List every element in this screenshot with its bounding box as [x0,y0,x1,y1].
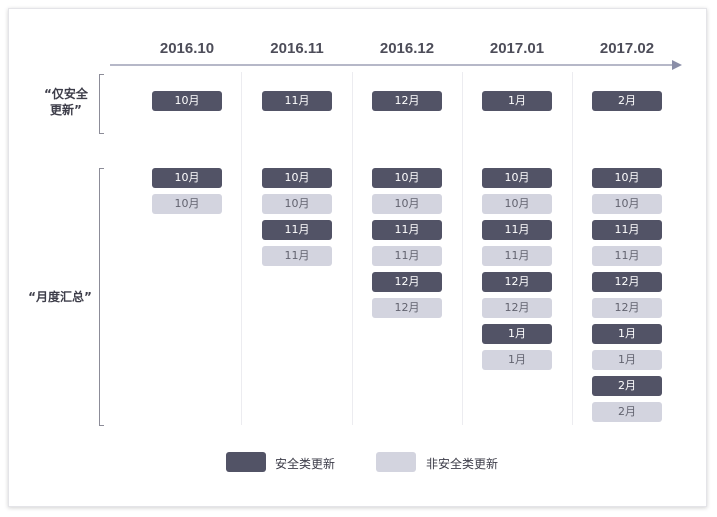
column-header-2: 2016.11 [270,40,324,57]
rollup-security-tag: 10月 [482,168,552,188]
rollup-security-tag: 10月 [262,168,332,188]
rollup-security-tag: 11月 [592,220,662,240]
rollup-non-security-tag: 11月 [482,246,552,266]
rollup-non-security-tag: 2月 [592,402,662,422]
rollup-security-tag: 11月 [372,220,442,240]
rollup-non-security-tag: 1月 [592,350,662,370]
rollup-non-security-tag: 10月 [262,194,332,214]
rollup-security-tag: 10月 [152,168,222,188]
security-only-tag: 11月 [262,91,332,111]
security-only-tag: 12月 [372,91,442,111]
rollup-non-security-tag: 11月 [262,246,332,266]
column-divider [462,72,463,425]
column-header-5: 2017.02 [599,40,655,57]
rollup-non-security-tag: 10月 [372,194,442,214]
rollup-non-security-tag: 10月 [482,194,552,214]
legend-security-label: 安全类更新 [275,457,336,471]
rollup-non-security-tag: 1月 [482,350,552,370]
column-divider [241,72,242,425]
security-only-tag: 10月 [152,91,222,111]
column-header-1: 2016.10 [159,40,215,57]
security-only-bracket [99,74,104,134]
security-only-row-label: “仅安全 更新” [36,86,96,118]
rollup-non-security-tag: 10月 [152,194,222,214]
security-only-tag: 1月 [482,91,552,111]
rollup-non-security-tag: 12月 [482,298,552,318]
rollup-security-tag: 10月 [592,168,662,188]
legend-security-swatch [226,452,266,472]
legend-non-security-swatch [376,452,416,472]
rollup-security-tag: 12月 [592,272,662,292]
rollup-security-tag: 11月 [482,220,552,240]
rollup-non-security-tag: 11月 [372,246,442,266]
rollup-security-tag: 10月 [372,168,442,188]
security-only-tag: 2月 [592,91,662,111]
rollup-security-tag: 11月 [262,220,332,240]
legend-non-security-label: 非安全类更新 [426,457,499,471]
security-only-label-line2: 更新” [50,103,82,117]
rollup-security-tag: 1月 [592,324,662,344]
column-divider [352,72,353,425]
rollup-non-security-tag: 12月 [592,298,662,318]
column-header-3: 2016.12 [379,40,435,57]
rollup-non-security-tag: 12月 [372,298,442,318]
rollup-non-security-tag: 11月 [592,246,662,266]
column-divider [572,72,573,425]
rollup-security-tag: 1月 [482,324,552,344]
rollup-security-tag: 12月 [482,272,552,292]
rollup-non-security-tag: 10月 [592,194,662,214]
rollup-security-tag: 12月 [372,272,442,292]
rollup-security-tag: 2月 [592,376,662,396]
column-header-4: 2017.01 [489,40,545,57]
security-only-label-line1: “仅安全 [44,87,88,101]
monthly-rollup-row-label: “月度汇总” [28,290,92,304]
